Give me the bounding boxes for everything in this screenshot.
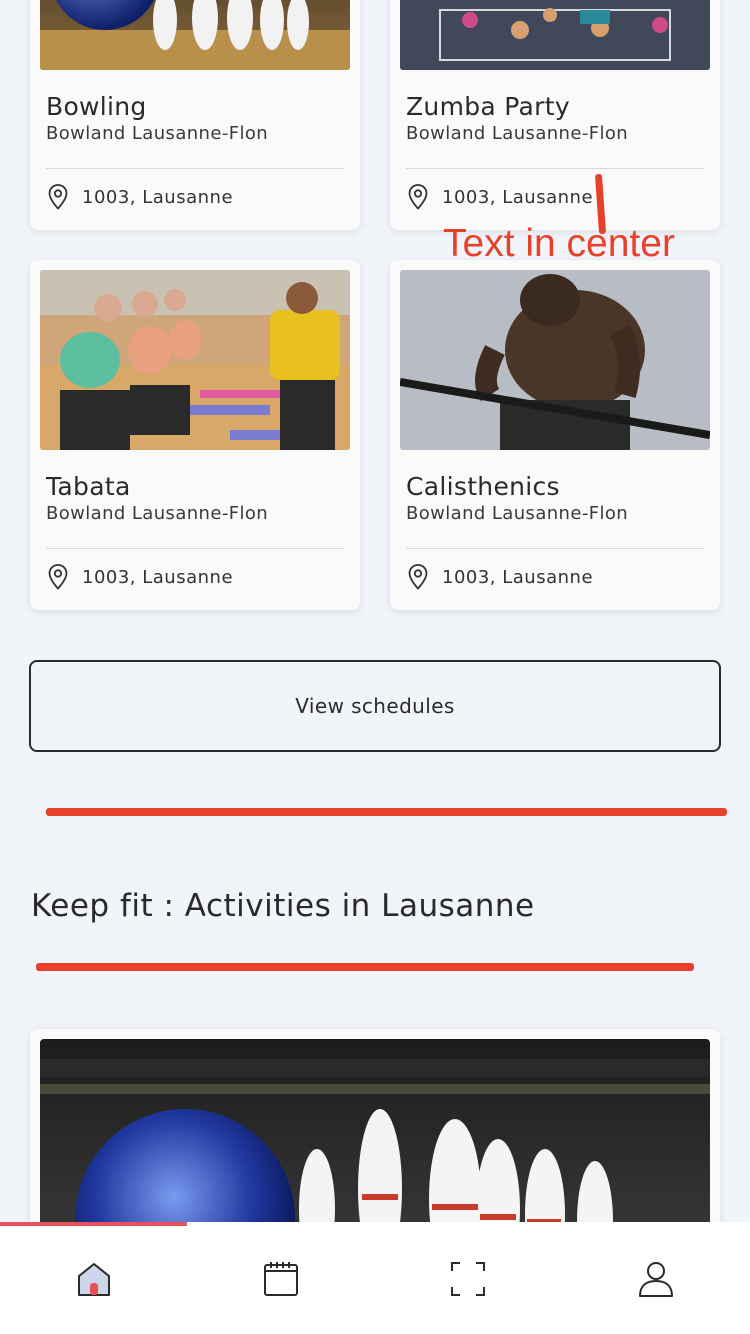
view-schedules-button[interactable]: View schedules (29, 660, 721, 752)
activity-card-tabata[interactable]: Tabata Bowland Lausanne-Flon 1003, Lausa… (30, 260, 360, 610)
activity-card-bowling[interactable]: Bowling Bowland Lausanne-Flon 1003, Laus… (30, 0, 360, 230)
card-location: 1003, Lausanne (406, 563, 593, 591)
card-location-text: 1003, Lausanne (82, 186, 234, 208)
card-venue: Bowland Lausanne-Flon (406, 123, 629, 144)
calisthenics-photo (400, 270, 710, 450)
card-venue: Bowland Lausanne-Flon (46, 503, 269, 524)
card-location: 1003, Lausanne (46, 183, 233, 211)
card-location-text: 1003, Lausanne (82, 566, 234, 588)
location-pin-icon (408, 564, 428, 590)
card-venue: Bowland Lausanne-Flon (46, 123, 269, 144)
card-title: Zumba Party (406, 92, 570, 121)
card-title: Calisthenics (406, 472, 560, 501)
section-title: Keep fit : Activities in Lausanne (31, 888, 535, 924)
card-location-text: 1003, Lausanne (442, 186, 594, 208)
tabata-photo (40, 270, 350, 450)
card-divider (406, 548, 704, 549)
card-divider (46, 548, 344, 549)
home-icon (78, 1263, 110, 1296)
location-pin-icon (48, 184, 68, 210)
card-location-text: 1003, Lausanne (442, 566, 594, 588)
tab-scan[interactable] (445, 1256, 491, 1302)
card-title: Tabata (46, 472, 131, 501)
location-pin-icon (408, 184, 428, 210)
tab-home[interactable] (71, 1256, 117, 1302)
card-title: Bowling (46, 92, 147, 121)
card-location: 1003, Lausanne (406, 183, 593, 211)
calendar-icon (264, 1262, 298, 1296)
bottom-tab-bar (0, 1222, 750, 1334)
scan-icon (451, 1262, 485, 1296)
activity-card-calisthenics[interactable]: Calisthenics Bowland Lausanne-Flon 1003,… (390, 260, 720, 610)
card-location: 1003, Lausanne (46, 563, 233, 591)
bowling-photo (40, 0, 350, 70)
tab-profile[interactable] (633, 1256, 679, 1302)
card-divider (46, 168, 344, 169)
annotation-underline-top (46, 808, 727, 816)
activity-card-zumba-party[interactable]: Zumba Party Bowland Lausanne-Flon 1003, … (390, 0, 720, 230)
tab-calendar[interactable] (258, 1256, 304, 1302)
card-divider (406, 168, 704, 169)
featured-bowling-photo (40, 1039, 710, 1249)
card-venue: Bowland Lausanne-Flon (406, 503, 629, 524)
annotation-text: Text in center (443, 222, 675, 265)
profile-icon (639, 1262, 673, 1297)
featured-activity-card[interactable] (30, 1029, 720, 1249)
location-pin-icon (48, 564, 68, 590)
annotation-underline-bottom (36, 963, 694, 971)
tab-progress-indicator (0, 1222, 187, 1226)
zumba-photo (400, 0, 710, 70)
